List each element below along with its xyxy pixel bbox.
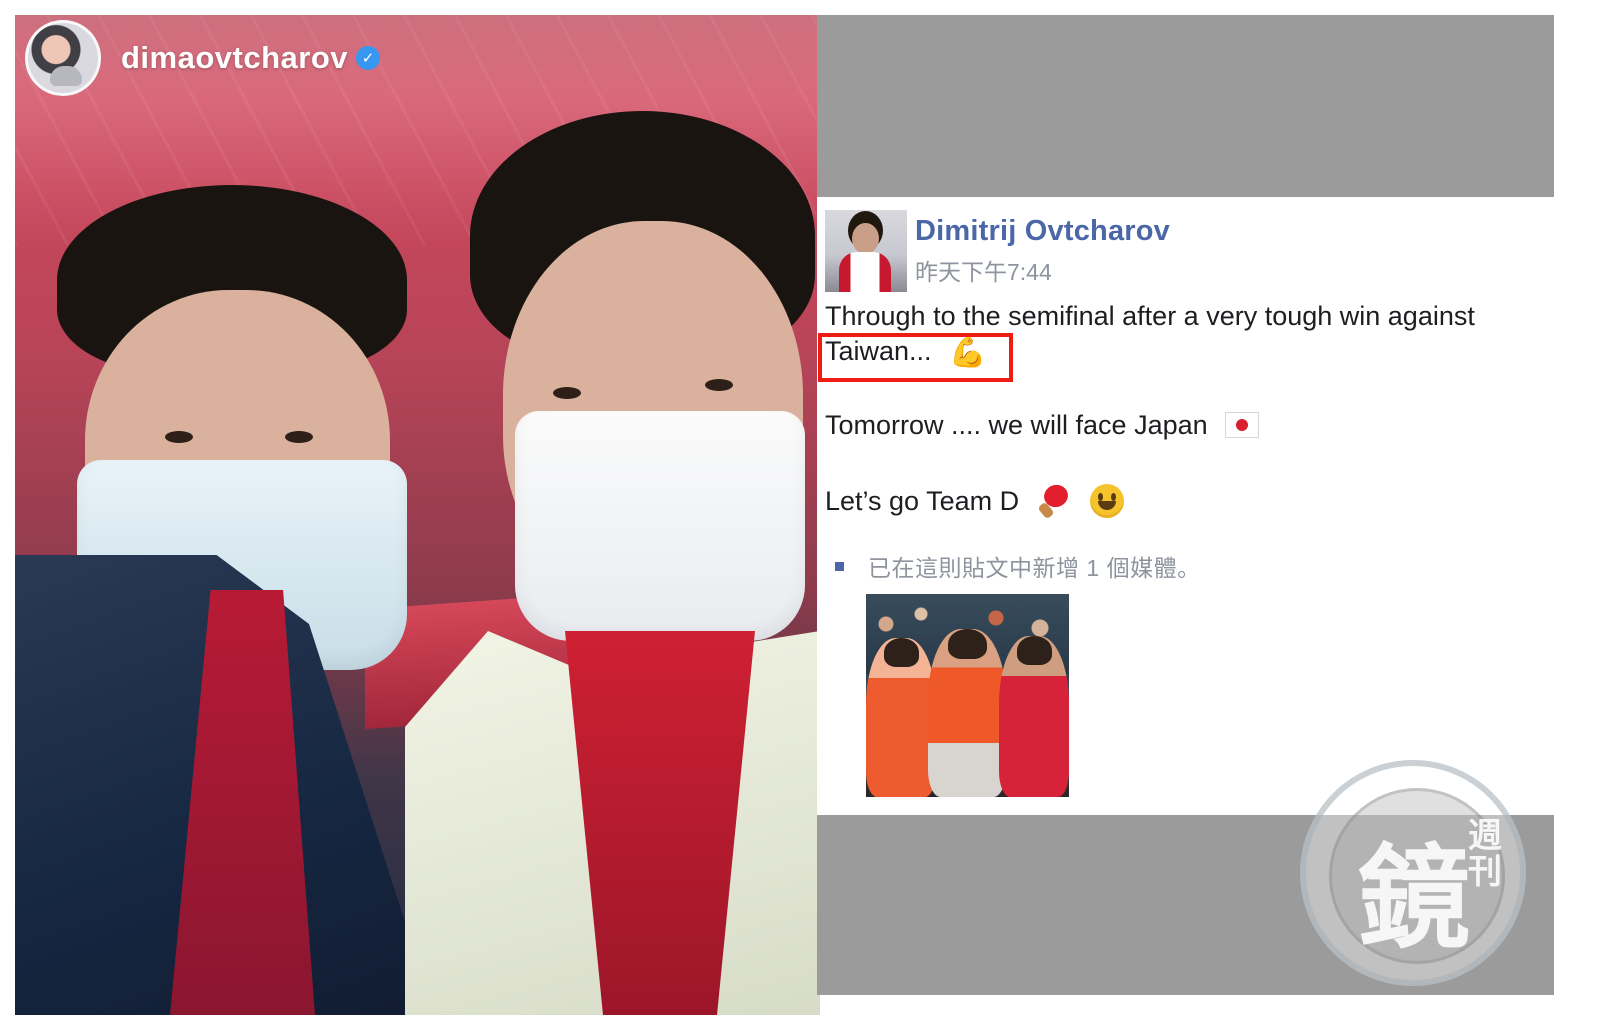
gray-redaction-top <box>817 15 1554 197</box>
right-person-eye <box>553 387 581 399</box>
post-text-japan: Tomorrow .... we will face Japan <box>825 410 1208 440</box>
composite-screenshot: dimaovtcharov ✓ Dimitrij Ovtcharov 昨天下午7… <box>0 0 1600 1031</box>
instagram-username[interactable]: dimaovtcharov <box>121 40 348 76</box>
thumbnail-person <box>866 638 936 797</box>
media-added-note: 已在這則貼文中新增 1 個媒體。 <box>835 549 1201 583</box>
watermark-side-glyphs: 週 刊 <box>1468 816 1502 892</box>
instagram-photo-panel: dimaovtcharov ✓ <box>15 15 820 1015</box>
left-person-eye <box>165 431 193 443</box>
post-text-team: Let’s go Team D <box>825 486 1020 517</box>
instagram-avatar[interactable] <box>25 20 101 96</box>
left-person-eye <box>285 431 313 443</box>
left-person <box>15 185 445 1015</box>
highlight-box <box>818 333 1013 382</box>
watermark-main-glyph: 鏡 <box>1358 833 1470 964</box>
verified-icon: ✓ <box>356 46 381 70</box>
instagram-header: dimaovtcharov ✓ <box>15 15 820 101</box>
thumbnail-person <box>928 629 1006 797</box>
blue-square-icon <box>835 561 844 571</box>
facebook-post-time[interactable]: 昨天下午7:44 <box>915 253 1052 287</box>
thumbnail-person <box>999 636 1069 797</box>
mirror-weekly-watermark: 鏡 週 刊 <box>1300 760 1526 986</box>
right-person-eye <box>705 379 733 391</box>
grinning-face-icon <box>1090 484 1125 518</box>
japan-flag-icon <box>1225 411 1260 438</box>
right-person <box>405 111 820 1015</box>
facebook-author-name[interactable]: Dimitrij Ovtcharov <box>915 215 1170 248</box>
facebook-avatar[interactable] <box>825 210 907 292</box>
media-note-text: 已在這則貼文中新增 1 個媒體。 <box>868 555 1201 581</box>
ping-pong-paddle-icon <box>1037 483 1073 519</box>
post-text-line: Let’s go Team D <box>825 483 1125 521</box>
right-person-mask <box>515 411 805 641</box>
post-media-thumbnail[interactable] <box>866 594 1069 797</box>
facebook-post: Dimitrij Ovtcharov 昨天下午7:44 Through to t… <box>817 197 1554 815</box>
post-text-line: Through to the semifinal after a very to… <box>825 301 1475 331</box>
post-text-line: Tomorrow .... we will face Japan <box>825 410 1260 441</box>
